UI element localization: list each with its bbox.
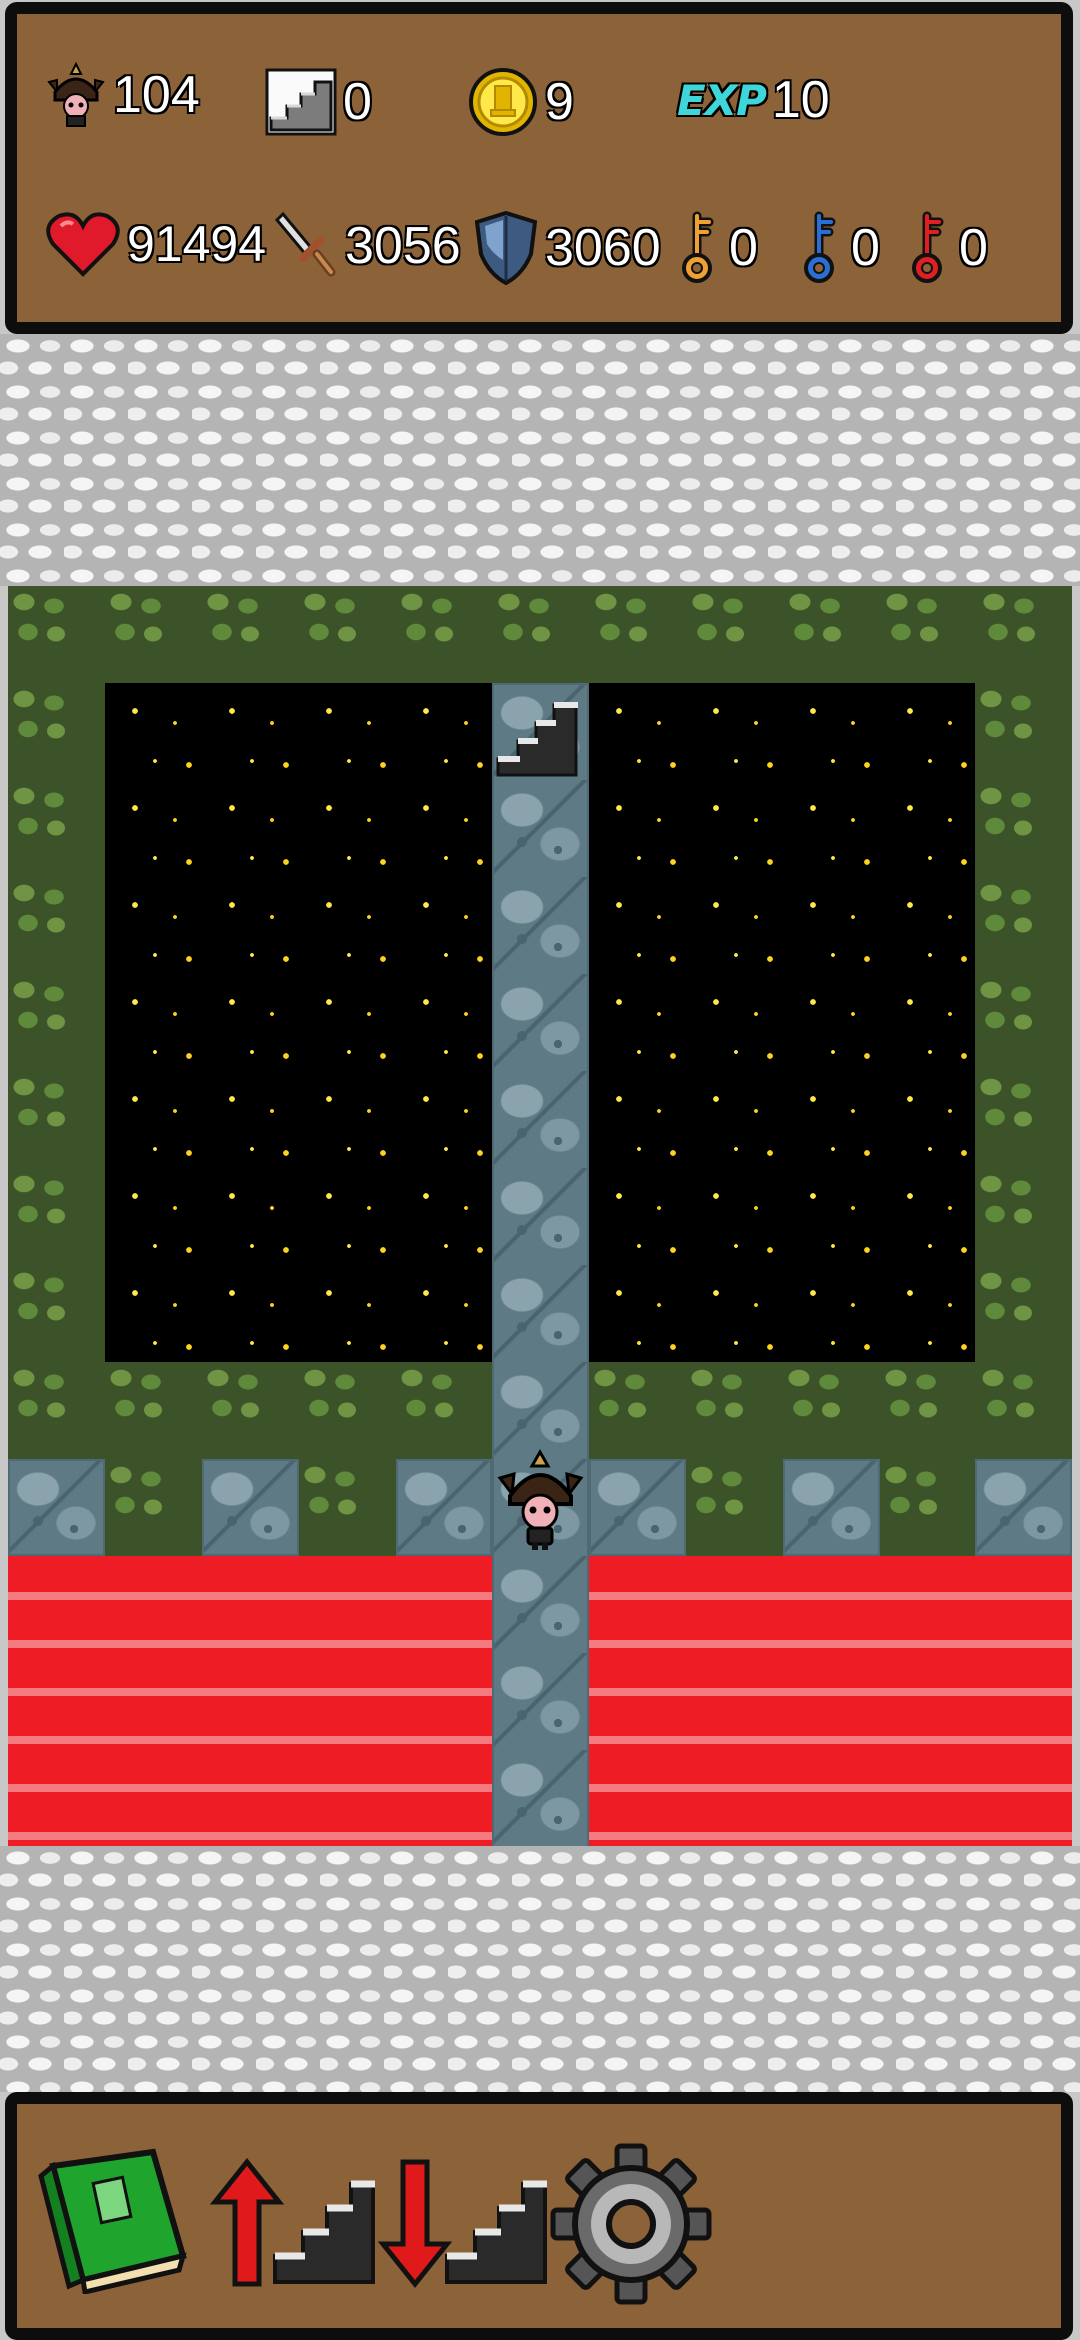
sword-icon (274, 211, 336, 277)
floor-value: 104 (113, 66, 200, 124)
heart-icon (46, 212, 120, 277)
moss-wall-lower-right (589, 1362, 1072, 1459)
gold-stat: 9 (467, 66, 574, 138)
starry-void-left (105, 683, 492, 1362)
settings-button[interactable] (547, 2140, 715, 2308)
hp-stat: 91494 (45, 210, 266, 278)
stone-tile[interactable] (396, 1459, 492, 1556)
lava-pool-right (589, 1556, 1072, 1846)
yellow-key-value: 0 (729, 219, 758, 277)
starry-void-right (589, 683, 975, 1362)
stairs-icon (265, 68, 337, 136)
moss-wall-right (975, 683, 1072, 1362)
cobblestone-wall-bottom (0, 1846, 1080, 2092)
stone-tile[interactable] (589, 1459, 686, 1556)
moss-wall-top (8, 586, 1072, 683)
stone-tile[interactable] (975, 1459, 1072, 1556)
gold-value: 9 (545, 73, 574, 131)
gold-coin-icon (469, 68, 537, 136)
up-stairs-icon[interactable] (492, 683, 589, 780)
moss-wall-block (880, 1459, 975, 1556)
exp-icon: EXP (677, 75, 767, 125)
hero-sprite[interactable] (492, 1444, 589, 1556)
moss-wall-lower-left (8, 1362, 492, 1459)
shield-icon (474, 210, 538, 286)
stone-tile[interactable] (202, 1459, 299, 1556)
yellow-key-stat: 0 (677, 210, 758, 286)
yellow-key-icon (682, 211, 714, 283)
hero-portrait-icon (47, 62, 105, 127)
moss-wall-left (8, 683, 105, 1362)
toolbar-panel (5, 2092, 1073, 2340)
lava-pool-left (8, 1556, 492, 1846)
defense-stat: 3060 (473, 210, 661, 286)
defense-value: 3060 (545, 219, 661, 277)
game-board[interactable] (0, 334, 1080, 2092)
exp-value: 10 (771, 71, 830, 129)
hp-value: 91494 (127, 216, 267, 272)
moss-wall-block (299, 1459, 396, 1556)
exp-stat: EXP 10 (677, 74, 830, 126)
moss-wall-block (686, 1459, 783, 1556)
floor-stat: 104 (45, 62, 200, 128)
red-key-stat: 0 (907, 210, 988, 286)
attack-value: 3056 (345, 217, 461, 275)
red-key-icon (912, 211, 944, 283)
monster-book-button[interactable] (33, 2146, 193, 2294)
blue-key-value: 0 (851, 219, 880, 277)
stone-tile[interactable] (8, 1459, 105, 1556)
stone-tile[interactable] (783, 1459, 880, 1556)
blue-key-stat: 0 (799, 210, 880, 286)
attack-stat: 3056 (273, 210, 461, 282)
cobblestone-wall-top (0, 334, 1080, 586)
blue-key-icon (804, 211, 836, 283)
floor-up-button[interactable] (205, 2156, 377, 2288)
stairs-value: 0 (343, 73, 372, 131)
moss-wall-block (105, 1459, 202, 1556)
red-key-value: 0 (959, 219, 988, 277)
floor-down-button[interactable] (373, 2156, 549, 2288)
stairs-stat: 0 (265, 66, 372, 138)
status-panel: 104 0 9 EXP 10 91494 3056 3060 0 0 0 (5, 2, 1073, 334)
